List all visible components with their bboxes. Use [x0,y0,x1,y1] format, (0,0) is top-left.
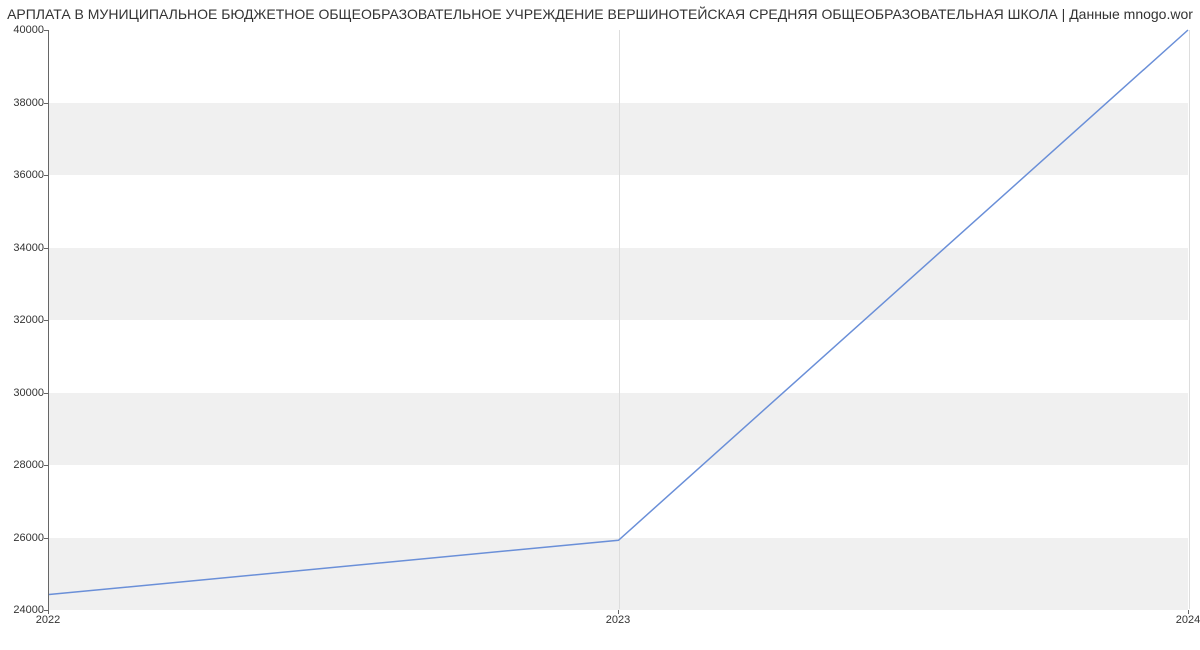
y-tick-mark [44,248,48,249]
y-tick-mark [44,538,48,539]
x-tick-label: 2022 [36,614,60,626]
x-tick-mark [1188,610,1189,614]
y-tick-mark [44,175,48,176]
y-tick-label: 34000 [4,242,44,254]
data-line [49,30,1188,595]
x-tick-label: 2023 [606,614,630,626]
y-tick-mark [44,103,48,104]
y-tick-label: 40000 [4,24,44,36]
y-tick-label: 32000 [4,314,44,326]
plot-area [48,30,1188,610]
y-tick-label: 28000 [4,459,44,471]
y-tick-label: 26000 [4,532,44,544]
y-tick-mark [44,393,48,394]
y-tick-mark [44,465,48,466]
x-tick-label: 2024 [1176,614,1200,626]
chart-svg [49,30,1188,609]
y-tick-mark [44,30,48,31]
y-tick-label: 36000 [4,169,44,181]
x-tick-mark [48,610,49,614]
y-tick-mark [44,320,48,321]
x-tick-mark [618,610,619,614]
y-tick-label: 30000 [4,387,44,399]
chart-title: АРПЛАТА В МУНИЦИПАЛЬНОЕ БЮДЖЕТНОЕ ОБЩЕОБ… [0,6,1200,22]
y-tick-label: 38000 [4,97,44,109]
x-gridline [1189,30,1190,609]
